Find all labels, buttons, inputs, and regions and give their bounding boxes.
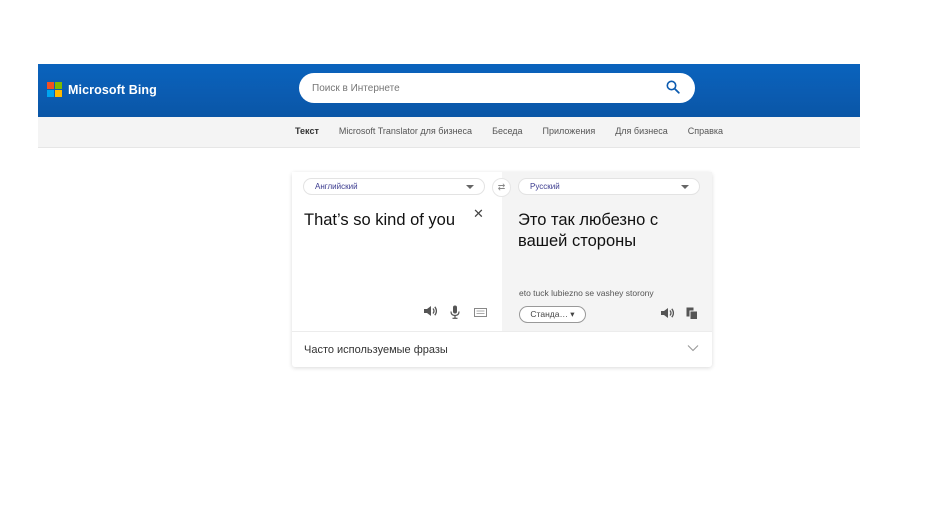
caret-down-icon — [466, 185, 474, 189]
source-language-select[interactable]: Английский — [303, 178, 485, 195]
translator-card: Английский That’s so kind of you ✕ ⇄ Рус… — [292, 172, 712, 367]
copy-icon[interactable] — [686, 307, 698, 320]
chevron-down-icon — [687, 345, 699, 352]
translator-nav: Текст Microsoft Translator для бизнеса Б… — [38, 117, 860, 148]
brand-name: Microsoft Bing — [68, 82, 157, 97]
nav-tab-conversation[interactable]: Беседа — [492, 126, 522, 136]
clear-icon[interactable]: ✕ — [473, 206, 484, 222]
common-phrases-expander[interactable]: Часто используемые фразы — [292, 331, 712, 367]
translation-style-select[interactable]: Станда… ▾ — [519, 306, 586, 323]
search-icon[interactable] — [666, 80, 680, 94]
source-language-label: Английский — [315, 182, 358, 191]
caret-down-icon — [681, 185, 689, 189]
keyboard-icon[interactable] — [474, 308, 487, 317]
bing-logo[interactable]: Microsoft Bing — [47, 82, 157, 97]
microphone-icon[interactable] — [450, 305, 460, 319]
nav-tab-text[interactable]: Текст — [295, 126, 319, 136]
search-input[interactable] — [312, 82, 652, 94]
speaker-icon[interactable] — [660, 307, 674, 319]
source-text-input[interactable]: That’s so kind of you — [304, 211, 455, 230]
translated-text: Это так любезно с вашей стороны — [518, 211, 659, 250]
target-language-select[interactable]: Русский — [518, 178, 700, 195]
source-pane: Английский That’s so kind of you ✕ — [292, 172, 502, 331]
nav-tab-for-business[interactable]: Для бизнеса — [615, 126, 668, 136]
bing-header: Microsoft Bing — [38, 64, 860, 117]
nav-tab-apps[interactable]: Приложения — [543, 126, 596, 136]
target-pane: Русский Это так любезно с вашей стороны … — [502, 172, 712, 331]
nav-tab-translator-business[interactable]: Microsoft Translator для бизнеса — [339, 126, 472, 136]
speaker-icon[interactable] — [423, 305, 437, 317]
nav-tab-help[interactable]: Справка — [688, 126, 723, 136]
transliteration-text: eto tuck lubiezno se vashey storony — [519, 288, 654, 298]
swap-languages-button[interactable]: ⇄ — [492, 178, 511, 197]
microsoft-logo-icon — [47, 82, 62, 97]
target-language-label: Русский — [530, 182, 560, 191]
search-box — [299, 73, 695, 103]
common-phrases-label: Часто используемые фразы — [304, 344, 448, 356]
